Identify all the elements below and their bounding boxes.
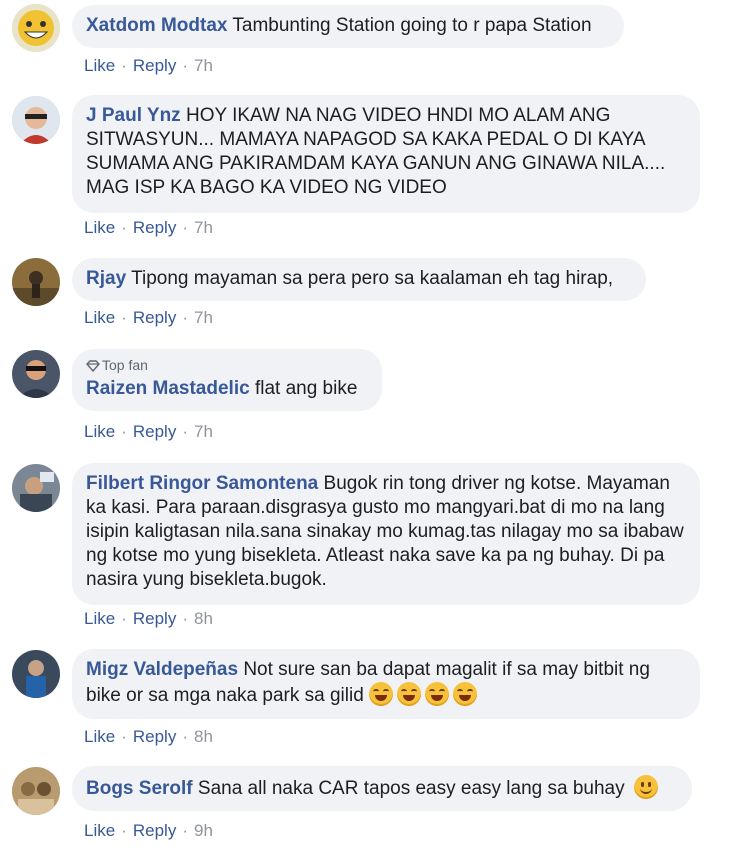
comment-bubble: Migz Valdepeñas Not sure san ba dapat ma…	[72, 649, 700, 719]
separator: ·	[182, 308, 188, 327]
like-link[interactable]: Like	[84, 609, 115, 628]
separator: ·	[121, 609, 127, 628]
comment-time[interactable]: 9h	[194, 821, 213, 840]
like-link[interactable]: Like	[84, 422, 115, 441]
separator: ·	[121, 56, 127, 75]
reply-link[interactable]: Reply	[133, 727, 176, 746]
comment-text: flat ang bike	[254, 378, 358, 399]
like-link[interactable]: Like	[84, 727, 115, 746]
separator: ·	[121, 821, 127, 840]
avatar[interactable]	[12, 4, 60, 52]
comment-time[interactable]: 8h	[194, 727, 213, 746]
comment-author[interactable]: J Paul Ynz	[86, 105, 181, 126]
comment-author[interactable]: Xatdom Modtax	[86, 15, 227, 36]
comment-bubble: J Paul Ynz HOY IKAW NA NAG VIDEO HNDI MO…	[72, 95, 700, 213]
grinning-sweat-emoji	[397, 682, 422, 706]
comment-bubble: Xatdom Modtax Tambunting Station going t…	[72, 5, 624, 48]
top-fan-label: Top fan	[102, 357, 148, 373]
comment-actions: Like · Reply · 8h	[84, 609, 213, 629]
avatar[interactable]	[12, 464, 60, 512]
comment-author[interactable]: Bogs Serolf	[86, 778, 193, 799]
comment-time[interactable]: 7h	[194, 218, 213, 237]
avatar[interactable]	[12, 767, 60, 815]
comment-time[interactable]: 7h	[194, 422, 213, 441]
grinning-sweat-emoji	[425, 682, 450, 706]
top-fan-badge: Top fan	[86, 357, 368, 375]
separator: ·	[121, 218, 127, 237]
comment-text: Tipong mayaman sa pera pero sa kaalaman …	[131, 268, 614, 289]
comment-author[interactable]: Migz Valdepeñas	[86, 659, 238, 680]
avatar[interactable]	[12, 258, 60, 306]
comment-author[interactable]: Filbert Ringor Samontena	[86, 473, 318, 494]
comment-actions: Like · Reply · 8h	[84, 727, 213, 747]
reply-link[interactable]: Reply	[133, 422, 176, 441]
separator: ·	[182, 727, 188, 746]
grinning-sweat-emoji	[453, 682, 478, 706]
comment-actions: Like · Reply · 9h	[84, 821, 213, 841]
comment-bubble: Filbert Ringor Samontena Bugok rin tong …	[72, 463, 700, 605]
avatar[interactable]	[12, 650, 60, 698]
reply-link[interactable]: Reply	[133, 308, 176, 327]
emoji-group	[369, 682, 481, 706]
comment-bubble: Bogs Serolf Sana all naka CAR tapos easy…	[72, 766, 692, 811]
separator: ·	[182, 218, 188, 237]
comment-text: Tambunting Station going to r papa Stati…	[232, 15, 592, 36]
like-link[interactable]: Like	[84, 308, 115, 327]
like-link[interactable]: Like	[84, 218, 115, 237]
comment-time[interactable]: 7h	[194, 56, 213, 75]
avatar[interactable]	[12, 350, 60, 398]
comment-actions: Like · Reply · 7h	[84, 56, 213, 76]
comment-author[interactable]: Rjay	[86, 268, 126, 289]
like-link[interactable]: Like	[84, 821, 115, 840]
separator: ·	[182, 821, 188, 840]
comment-time[interactable]: 7h	[194, 308, 213, 327]
separator: ·	[121, 727, 127, 746]
comment-actions: Like · Reply · 7h	[84, 422, 213, 442]
comment-actions: Like · Reply · 7h	[84, 308, 213, 328]
reply-link[interactable]: Reply	[133, 821, 176, 840]
grinning-sweat-emoji	[369, 682, 394, 706]
separator: ·	[121, 308, 127, 327]
reply-link[interactable]: Reply	[133, 609, 176, 628]
separator: ·	[121, 422, 127, 441]
comment-bubble: Top fan Raizen Mastadelic flat ang bike	[72, 349, 382, 411]
comment-bubble: Rjay Tipong mayaman sa pera pero sa kaal…	[72, 258, 646, 301]
like-link[interactable]: Like	[84, 56, 115, 75]
separator: ·	[182, 56, 188, 75]
reply-link[interactable]: Reply	[133, 56, 176, 75]
avatar[interactable]	[12, 96, 60, 144]
reply-link[interactable]: Reply	[133, 218, 176, 237]
diamond-icon	[86, 359, 102, 375]
separator: ·	[182, 609, 188, 628]
comment-author[interactable]: Raizen Mastadelic	[86, 378, 250, 399]
separator: ·	[182, 422, 188, 441]
comment-actions: Like · Reply · 7h	[84, 218, 213, 238]
comment-text: Sana all naka CAR tapos easy easy lang s…	[197, 778, 625, 799]
comment-time[interactable]: 8h	[194, 609, 213, 628]
smile-emoji	[633, 775, 658, 799]
